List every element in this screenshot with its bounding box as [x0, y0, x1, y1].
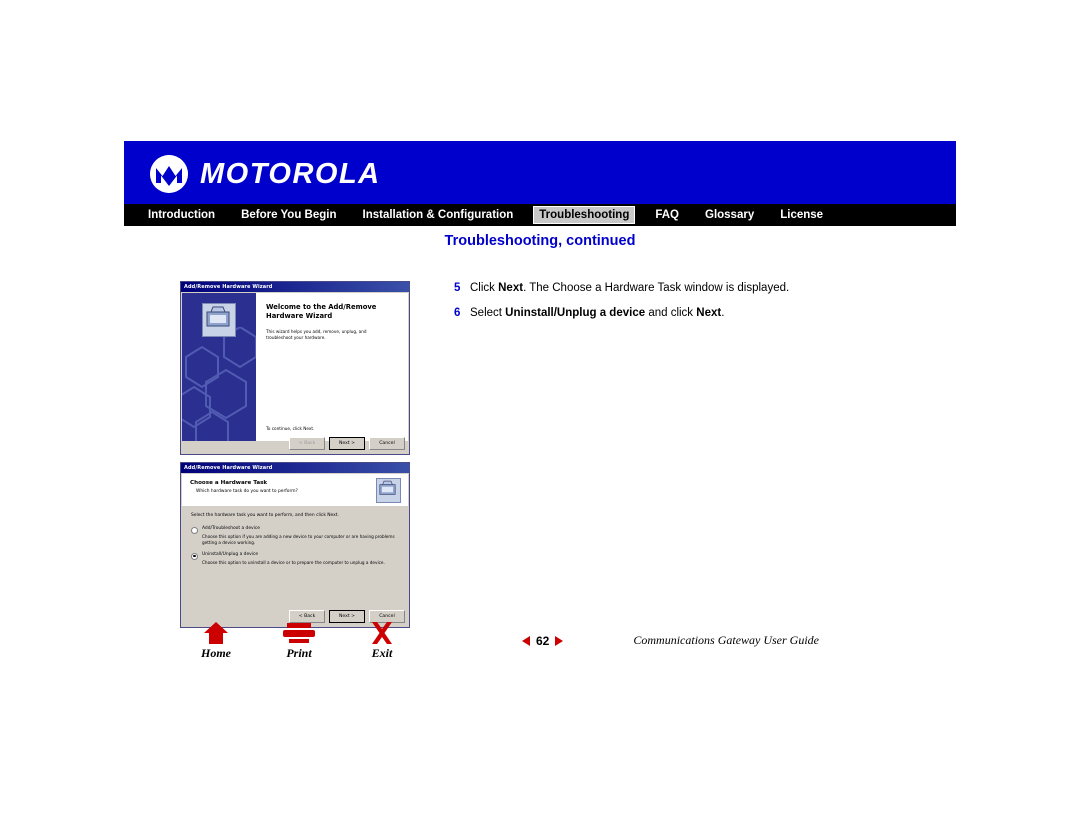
print-button[interactable]: Print	[267, 621, 331, 661]
brand-banner: MOTOROLA	[124, 141, 956, 204]
window-titlebar: Add/Remove Hardware Wizard	[181, 463, 409, 473]
window-titlebar: Add/Remove Hardware Wizard	[181, 282, 409, 292]
step-text-part: Select	[470, 307, 506, 319]
nav-item-introduction[interactable]: Introduction	[142, 206, 221, 224]
step-text: Select Uninstall/Unplug a device and cli…	[470, 306, 724, 321]
nav-item-glossary[interactable]: Glossary	[699, 206, 760, 224]
cancel-button[interactable]: Cancel	[369, 437, 405, 450]
home-label: Home	[201, 646, 231, 660]
wizard-hardware-icon	[376, 478, 401, 503]
screenshot-add-remove-hardware-wizard-welcome: Add/Remove Hardware Wizard Welcome to th…	[180, 281, 410, 455]
step-text-bold: Uninstall/Unplug a device	[505, 307, 646, 319]
motorola-m-logo-icon	[150, 155, 188, 193]
page-footer: 62 Communications Gateway User Guide	[522, 633, 819, 648]
document-page: MOTOROLA Introduction Before You Begin I…	[124, 141, 956, 661]
nav-item-before-you-begin[interactable]: Before You Begin	[235, 206, 342, 224]
screenshot-column: Add/Remove Hardware Wizard Welcome to th…	[180, 281, 410, 628]
wizard1-button-row: < Back Next > Cancel	[289, 437, 405, 450]
wizard-heading-line2: Hardware Wizard	[266, 311, 333, 320]
print-label: Print	[286, 646, 312, 660]
prev-page-arrow-icon[interactable]	[522, 635, 530, 646]
wizard-hardware-icon	[202, 303, 236, 337]
wizard-content: Welcome to the Add/Remove Hardware Wizar…	[256, 293, 408, 441]
home-button[interactable]: Home	[184, 621, 248, 661]
guide-title: Communications Gateway User Guide	[633, 633, 820, 647]
wizard-heading-line1: Welcome to the Add/Remove	[266, 303, 377, 311]
wizard-continue-text: To continue, click Next.	[266, 426, 315, 431]
wizard-header-title: Choose a Hardware Task	[190, 480, 268, 486]
wizard-body-text: This wizard helps you add, remove, unplu…	[266, 329, 367, 340]
footer-icon-nav: Home Print Exit	[184, 621, 414, 661]
step-text-bold: Next	[696, 307, 722, 319]
instruction-steps: 5 Click Next. The Choose a Hardware Task…	[454, 281, 924, 331]
option-description: Choose this option if you are adding a n…	[202, 534, 395, 545]
wizard-header-subtitle: Which hardware task do you want to perfo…	[196, 489, 298, 494]
wizard-sidebar-graphic	[182, 293, 256, 441]
next-page-arrow-icon[interactable]	[555, 635, 564, 646]
step-text-bold: Next	[498, 282, 524, 294]
option-uninstall-unplug-device[interactable]: Uninstall/Unplug a device Choose this op…	[191, 552, 399, 566]
step-5: 5 Click Next. The Choose a Hardware Task…	[454, 281, 924, 296]
step-number: 6	[454, 307, 461, 319]
wizard-header-panel: Choose a Hardware Task Which hardware ta…	[182, 474, 408, 507]
step-6: 6 Select Uninstall/Unplug a device and c…	[454, 306, 924, 321]
step-text: Click Next. The Choose a Hardware Task w…	[470, 281, 789, 296]
option-description: Choose this option to uninstall a device…	[202, 560, 385, 566]
exit-x-icon	[350, 621, 414, 645]
nav-item-license[interactable]: License	[774, 206, 829, 224]
nav-item-installation-configuration[interactable]: Installation & Configuration	[357, 206, 520, 224]
wizard-lead-text: Select the hardware task you want to per…	[191, 513, 339, 518]
radio-button-icon[interactable]	[191, 526, 198, 534]
page-title: Troubleshooting, continued	[444, 233, 636, 249]
step-text-part: Click	[470, 282, 499, 294]
screenshot-choose-hardware-task: Add/Remove Hardware Wizard Choose a Hard…	[180, 462, 410, 628]
printer-icon	[267, 621, 331, 645]
brand-name: MOTOROLA	[200, 157, 381, 190]
home-icon	[184, 621, 248, 645]
window-body: Welcome to the Add/Remove Hardware Wizar…	[182, 293, 408, 441]
section-navbar: Introduction Before You Begin Installati…	[124, 204, 956, 226]
page-number: 62	[536, 633, 550, 648]
step-text-part: and click	[645, 307, 697, 319]
nav-item-faq[interactable]: FAQ	[649, 206, 685, 224]
option-title: Add/Troubleshoot a device	[202, 526, 260, 531]
step-text-part: .	[721, 307, 725, 319]
hex-pattern-icon	[182, 327, 256, 441]
wizard-task-options: Select the hardware task you want to per…	[182, 506, 408, 609]
exit-label: Exit	[371, 646, 393, 660]
step-text-part: . The Choose a Hardware Task window is d…	[523, 282, 790, 294]
exit-button[interactable]: Exit	[350, 621, 414, 661]
step-number: 5	[454, 282, 461, 294]
option-title: Uninstall/Unplug a device	[202, 552, 259, 558]
next-button[interactable]: Next >	[329, 437, 365, 450]
motorola-logo: MOTOROLA	[150, 155, 381, 193]
radio-button-selected-icon[interactable]	[191, 552, 198, 560]
nav-item-troubleshooting[interactable]: Troubleshooting	[533, 206, 636, 224]
back-button[interactable]: < Back	[289, 437, 325, 450]
option-add-troubleshoot-device[interactable]: Add/Troubleshoot a device Choose this op…	[191, 526, 399, 545]
